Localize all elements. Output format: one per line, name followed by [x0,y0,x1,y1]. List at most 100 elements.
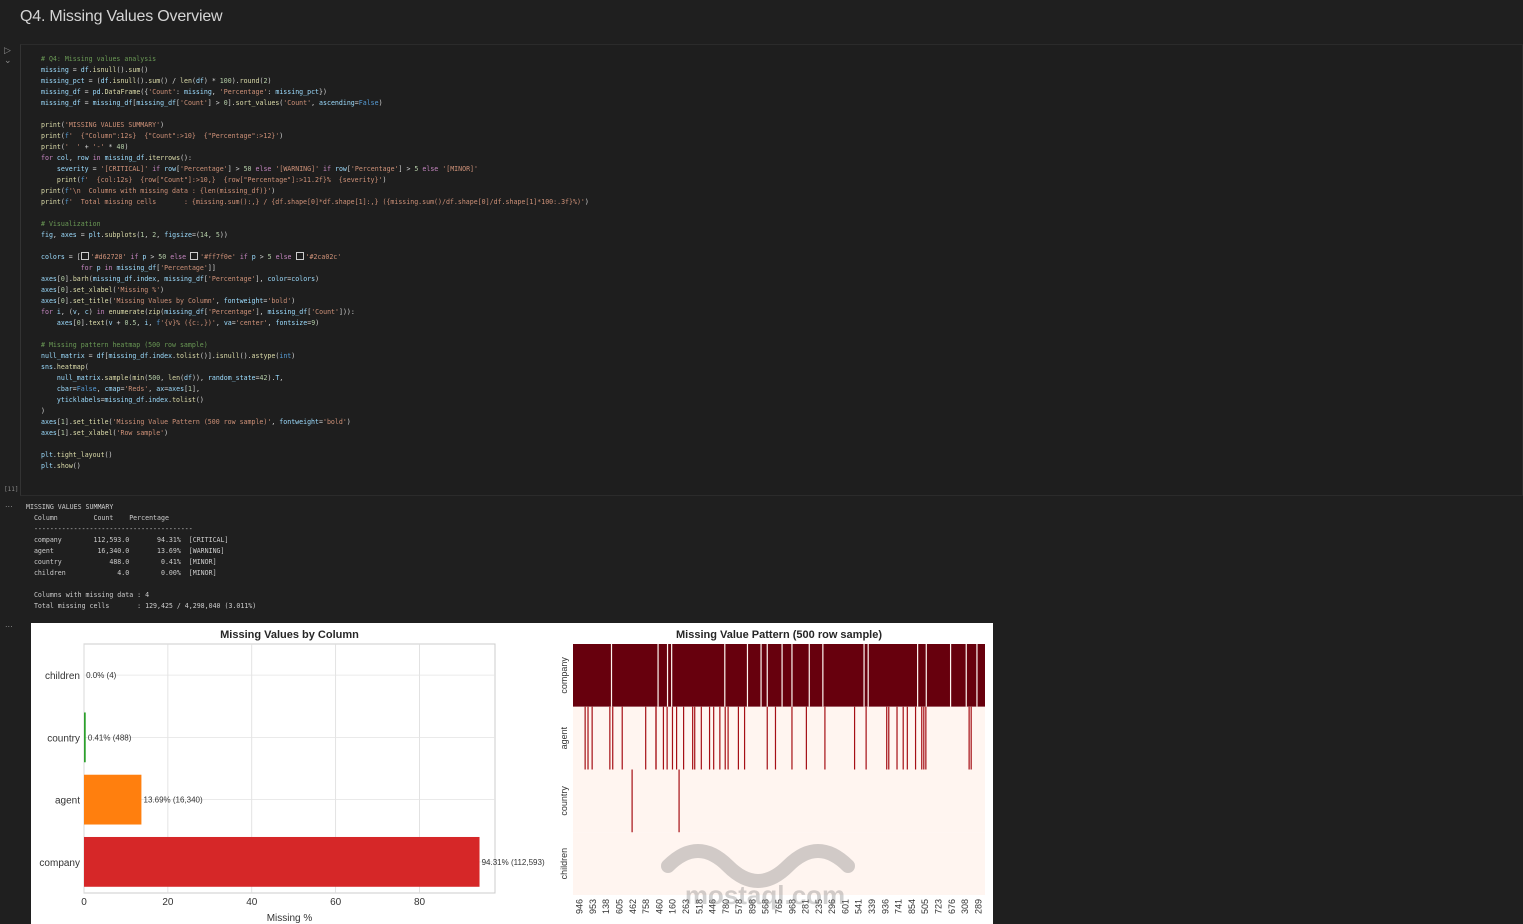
heatmap-cell-missing [621,706,623,770]
code-cell[interactable]: # Q4: Missing values analysis missing = d… [20,44,1523,496]
heatmap-x-tick-label: 289 [973,899,983,914]
heatmap-x-tick-label: 446 [708,899,718,914]
heatmap-cell-present [746,644,749,707]
x-tick-label: 40 [246,897,258,908]
bar-agent [84,774,142,825]
heatmap-x-tick-label: 854 [907,899,917,914]
code-line: null_matrix = df[missing_df.index.tolist… [41,352,296,360]
y-tick-label: company [39,858,80,869]
code-line: # Missing pattern heatmap (500 row sampl… [41,341,208,349]
y-tick-label: country [47,733,80,744]
bar-company [84,836,480,887]
execution-count: [11] [4,486,19,493]
heatmap-x-tick-label: 723 [933,899,943,914]
heatmap-cell-missing [584,706,586,770]
heatmap-cell-missing [700,706,702,770]
code-line: missing = df.isnull().sum() [41,66,149,74]
code-line: # Visualization [41,220,101,228]
cell-gutter: ▷ ⌄ [11] [0,44,20,496]
x-tick-label: 60 [330,897,342,908]
heatmap-cell-missing [719,706,721,770]
heatmap-x-tick-label: 339 [867,899,877,914]
code-line: for i, (v, c) in enumerate(zip(missing_d… [41,308,355,316]
heatmap-cell-missing [865,706,867,770]
bar-country [84,712,86,763]
y-tick-label: children [45,671,80,682]
heatmap-x-tick-label: 741 [894,899,904,914]
code-line: axes[1].set_title('Missing Value Pattern… [41,418,351,426]
heatmap-cell-missing [587,706,589,770]
heatmap-row-label: children [559,848,569,880]
heatmap-x-tick-label: 296 [827,899,837,914]
output-line: children 4.0 0.00% [MINOR] [26,569,217,577]
heatmap-x-tick-label: 605 [615,899,625,914]
heatmap-row-label: agent [559,726,569,749]
heatmap-x-tick-label: 765 [774,899,784,914]
code-line: fig, axes = plt.subplots(1, 2, figsize=(… [41,231,228,239]
heatmap-cell-present [863,644,865,707]
heatmap-x-tick-label: 758 [641,899,651,914]
heatmap-cell-present [791,644,793,707]
page-title: Q4. Missing Values Overview [20,8,223,25]
matplotlib-figure: Missing Values by Column 0 20 40 60 80 company… [39,629,985,924]
code-line: cbar=False, cmap='Reds', ax=axes[1], [56,385,200,393]
output-line: Total missing cells : 129,425 / 4,298,04… [26,602,257,610]
output-marker[interactable]: ... [5,500,13,509]
code-line: print(f'\n Columns with missing data : {… [41,187,276,195]
code-line: plt.tight_layout() [41,451,113,459]
heatmap-cell-missing [645,706,647,770]
heatmap-cell-missing [968,706,970,770]
heatmap-x-tick-label: 601 [840,899,850,914]
x-axis-label: Missing % [267,913,313,924]
code-line: missing_df = missing_df[missing_df['Coun… [41,99,383,107]
heatmap-cell-missing [766,706,768,770]
heatmap-cell-missing [662,706,665,770]
heatmap-x-tick-label: 138 [601,899,611,914]
code-line: axes[1].set_xlabel('Row sample') [41,429,169,437]
heatmap-x-tick-label: 462 [628,899,638,914]
code-line: axes[0].set_xlabel('Missing %') [41,286,165,294]
heatmap-cell-missing [683,706,685,770]
run-cell-icon[interactable]: ▷ ⌄ [4,46,20,66]
heatmap-cell-present [925,644,927,707]
bar-data-label: 0.41% (488) [88,733,132,742]
heatmap-cell-missing [591,706,593,770]
code-line: print('MISSING VALUES SUMMARY') [41,121,165,129]
output-line: Column Count Percentage [26,514,169,522]
heatmap-x-tick-label: 308 [960,899,970,914]
heatmap-cell-present [671,644,673,707]
code-line: print(f' {col:12s} {row["Count"]:>10,} {… [56,176,387,184]
heatmap-row-children [573,832,985,895]
heatmap-cell-missing [737,706,739,770]
output-line: agent 16,340.0 13.69% [WARNING] [26,547,225,555]
heatmap-cell-present [766,644,768,707]
heatmap-x-tick-label: 578 [734,899,744,914]
heatmap-x-tick-label: 263 [681,899,691,914]
heatmap-cell-missing [666,706,668,770]
heatmap-cell-missing [692,706,694,770]
color-swatch-icon [80,252,89,260]
color-swatch-icon [190,252,199,260]
figure-output: Missing Values by Column 0 20 40 60 80 company… [31,623,993,924]
output-line: MISSING VALUES SUMMARY [26,503,114,511]
heatmap-x-tick-label: 946 [575,899,585,914]
heatmap-cell-present [657,644,659,707]
code-line: # Q4: Missing values analysis [41,55,157,63]
heatmap-cell-missing [923,706,925,770]
heatmap-cell-missing [925,706,927,770]
heatmap-cell-present [976,644,978,707]
heatmap-x-tick-label: 281 [801,899,811,914]
x-tick-label: 20 [162,897,174,908]
code-editor[interactable]: # Q4: Missing values analysis missing = d… [41,54,589,472]
heatmap-cell-missing [655,706,657,770]
figure-output-marker[interactable]: ... [5,620,13,629]
code-line: axes[0].barh(missing_df.index, missing_d… [41,275,320,283]
code-line: null_matrix.sample(min(500, len(df)), ra… [56,374,284,382]
y-tick-label: agent [55,796,80,807]
heatmap-x-tick-label: 235 [814,899,824,914]
heatmap-x-tick-label: 936 [880,899,890,914]
heatmap-cell-present [822,644,824,707]
